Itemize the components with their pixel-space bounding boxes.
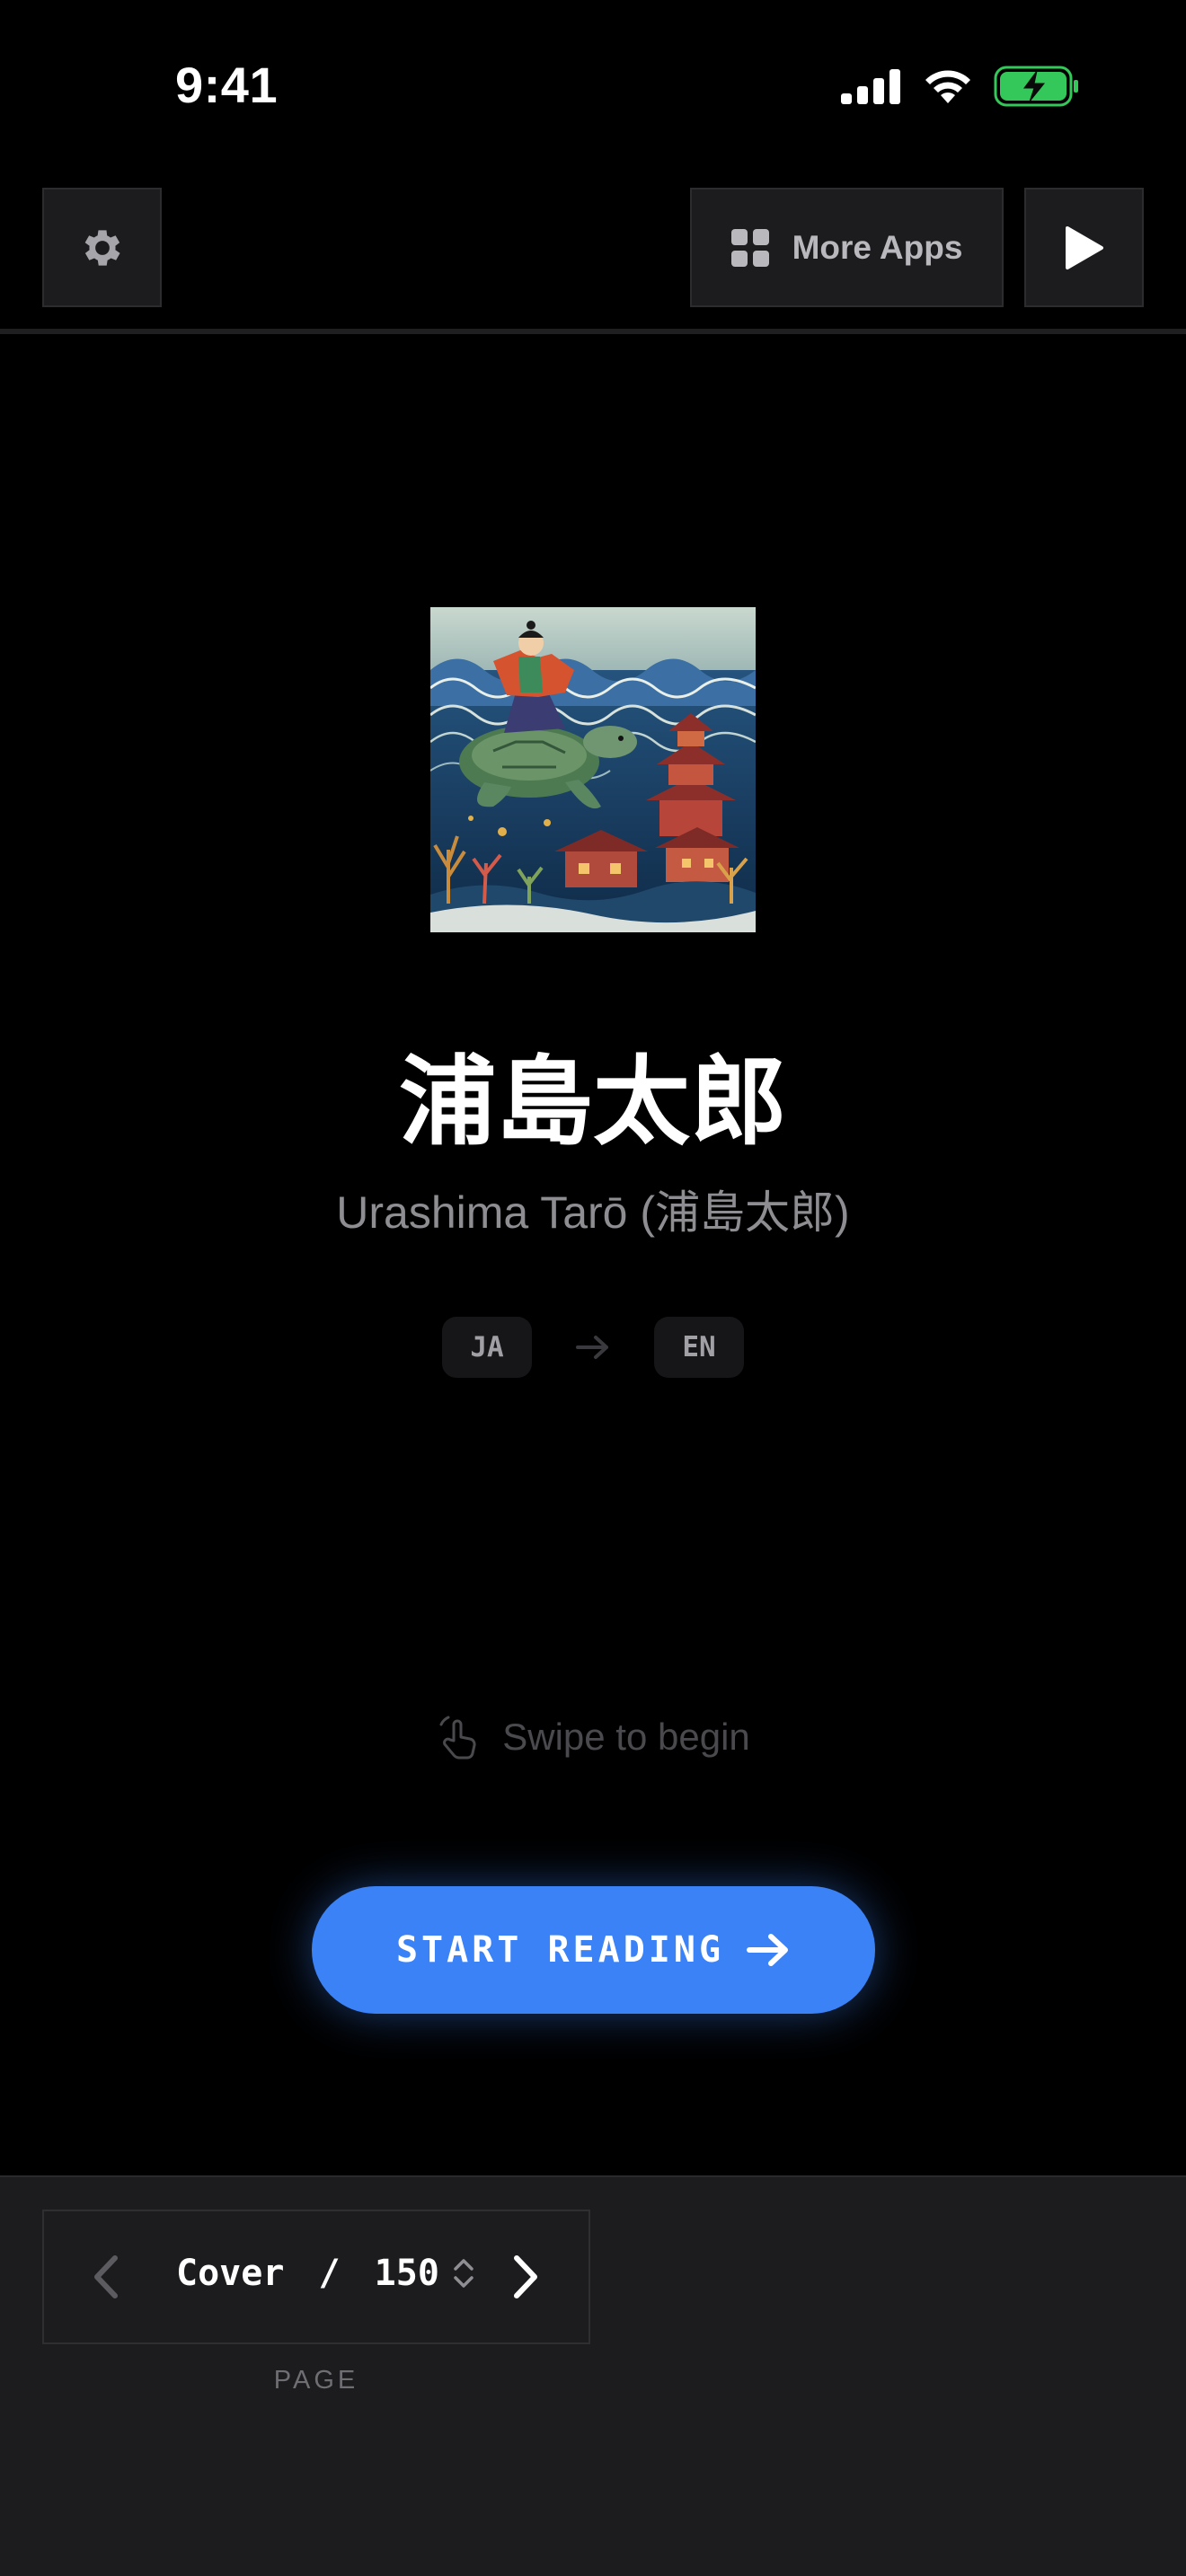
current-page: Cover — [176, 2253, 285, 2294]
more-apps-label: More Apps — [792, 228, 963, 266]
play-icon — [1065, 225, 1103, 269]
language-pair: JA EN — [0, 1317, 1186, 1378]
more-apps-button[interactable]: More Apps — [690, 188, 1004, 307]
start-reading-button[interactable]: START READING — [312, 1886, 875, 2014]
swipe-hand-icon — [439, 1716, 476, 1760]
battery-charging-icon — [994, 66, 1078, 107]
previous-page-button[interactable] — [70, 2241, 142, 2313]
source-language-badge: JA — [442, 1317, 532, 1378]
chevron-right-icon — [514, 2255, 537, 2298]
chevron-left-icon — [94, 2255, 118, 2298]
play-button[interactable] — [1024, 188, 1144, 307]
page-separator: / — [296, 2253, 362, 2294]
toolbar-divider — [0, 329, 1186, 334]
swipe-hint: Swipe to begin — [0, 1714, 1186, 1760]
chevron-up-down-icon — [454, 2259, 474, 2288]
cover-illustration — [430, 607, 756, 932]
arrow-right-icon — [747, 1934, 789, 1966]
next-page-button[interactable] — [490, 2241, 562, 2313]
target-language-badge: EN — [654, 1317, 744, 1378]
book-subtitle: Urashima Tarō (浦島太郎) — [336, 1187, 850, 1238]
gear-icon — [84, 229, 120, 266]
arrow-right-icon — [576, 1336, 608, 1359]
grid-icon — [730, 228, 769, 267]
swipe-hint-label: Swipe to begin — [502, 1716, 750, 1758]
status-icons — [841, 61, 1080, 111]
start-reading-label: START READING — [395, 1929, 725, 1971]
status-time: 9:41 — [175, 57, 279, 113]
page-selector[interactable]: Cover / 150 — [176, 2253, 475, 2294]
total-pages: 150 — [374, 2253, 439, 2294]
book-title: 浦島太郎 — [398, 1046, 787, 1159]
settings-button[interactable] — [42, 188, 162, 307]
wifi-icon — [925, 70, 970, 103]
cellular-signal-icon — [841, 69, 900, 104]
page-caption: PAGE — [273, 2366, 359, 2395]
